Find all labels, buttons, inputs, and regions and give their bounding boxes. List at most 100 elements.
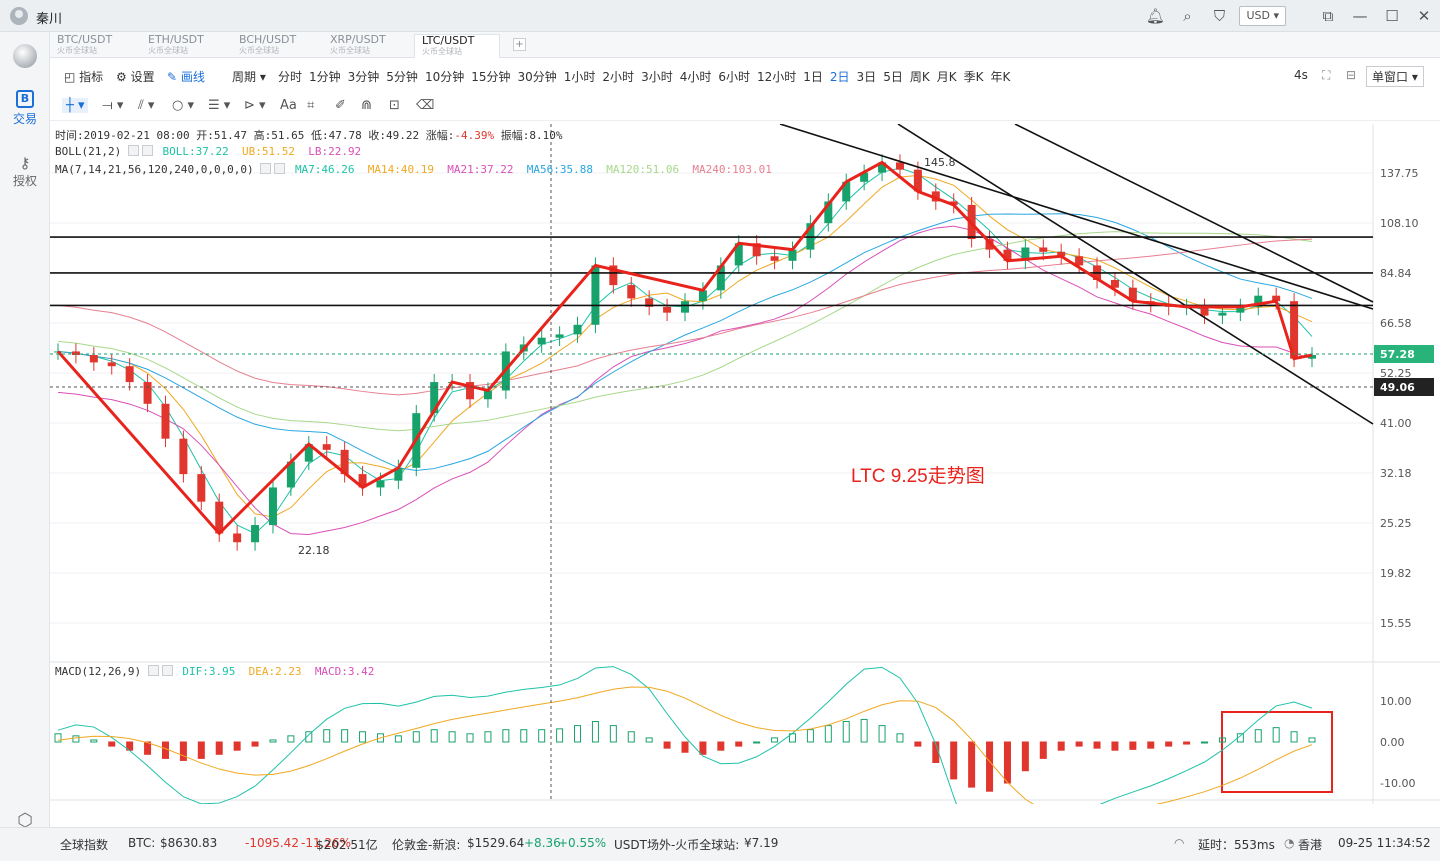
avatar-icon[interactable] <box>10 7 28 25</box>
period-16[interactable]: 5日 <box>883 70 903 84</box>
window-mode-select[interactable]: 单窗口 ▾ <box>1366 66 1424 87</box>
ma240-value: MA240:103.01 <box>692 163 772 176</box>
sidebar-item-trade[interactable]: B 交易 <box>0 90 50 127</box>
period-toolbar: ◰ 指标 ⚙ 设置 ✎ 画线 周期 ▾ 分时 1分钟 3分钟 5分钟 10分钟 15分钟 3… <box>50 62 1440 90</box>
search-icon[interactable]: ⌕ <box>1171 7 1203 25</box>
period-14[interactable]: 2日 <box>830 70 850 84</box>
macd-legend: MACD(12,26,9) DIF:3.95 DEA:2.23 MACD:3.4… <box>55 665 374 678</box>
ruler-icon[interactable]: ⌗ <box>307 98 314 113</box>
layout-icon[interactable]: ⊟ <box>1346 68 1356 82</box>
pencil-icon: ✎ <box>167 70 178 84</box>
tab-source: 火币全球站 <box>422 47 462 56</box>
ma-settings-icon[interactable] <box>260 163 272 174</box>
crosshair-icon[interactable]: ┼ ▾ <box>62 98 89 113</box>
period-12[interactable]: 12小时 <box>757 70 796 84</box>
fullscreen-icon[interactable]: ⛶ <box>1322 68 1330 83</box>
fib-icon[interactable]: ☰ ▾ <box>208 98 230 113</box>
currency-select[interactable]: USD ▾ <box>1239 6 1286 26</box>
add-tab-button[interactable]: + <box>513 38 526 51</box>
tab-btc-usdt[interactable]: BTC/USDT 火币全球站 <box>50 34 136 58</box>
text-icon[interactable]: Aa <box>280 98 297 113</box>
macd-bar <box>233 741 241 751</box>
macd-close-icon[interactable] <box>161 665 173 676</box>
gold-change: +8.36 <box>524 836 561 850</box>
period-17[interactable]: 周K <box>910 70 930 84</box>
period-4[interactable]: 10分钟 <box>425 70 464 84</box>
settings-button[interactable]: ⚙ 设置 <box>116 68 155 85</box>
macd-settings-icon[interactable] <box>147 665 159 676</box>
macd-bar <box>609 725 617 743</box>
macd-bar <box>627 731 635 743</box>
period-10[interactable]: 4小时 <box>680 70 712 84</box>
macd-bar <box>842 721 850 743</box>
tab-xrp-usdt[interactable]: XRP/USDT 火币全球站 <box>323 34 409 58</box>
boll-close-icon[interactable] <box>141 145 153 156</box>
pattern-icon[interactable]: ⊳ ▾ <box>244 98 266 113</box>
macd-bar <box>502 729 510 743</box>
btc-vol: $202.51亿 <box>316 838 378 852</box>
macd-bar <box>538 729 546 743</box>
macd-bar <box>161 741 169 759</box>
period-11[interactable]: 6小时 <box>718 70 750 84</box>
period-1[interactable]: 1分钟 <box>309 70 341 84</box>
lock-icon[interactable]: ⊡ <box>389 98 400 113</box>
ma-close-icon[interactable] <box>274 163 286 174</box>
macd-bar <box>179 741 187 761</box>
price-tick-label: 32.18 <box>1380 467 1412 480</box>
macd-bar <box>986 741 994 792</box>
macd-bar <box>430 729 438 743</box>
period-7[interactable]: 1小时 <box>564 70 596 84</box>
period-19[interactable]: 季K <box>964 70 984 84</box>
bell-icon[interactable]: 🔔︎ <box>1139 7 1171 25</box>
period-list: 分时 1分钟 3分钟 5分钟 10分钟 15分钟 30分钟 1小时 2小时 3小时 4小时 6小时 12… <box>278 68 1017 85</box>
magnet-icon[interactable]: ⋒ <box>361 98 372 113</box>
period-2[interactable]: 3分钟 <box>348 70 380 84</box>
candle-body <box>322 444 331 450</box>
export-icon[interactable]: ⧉ <box>1312 7 1344 25</box>
period-13[interactable]: 1日 <box>803 70 823 84</box>
tab-ltc-usdt[interactable]: LTC/USDT 火币全球站 <box>414 34 500 58</box>
low-marker: 22.18 <box>298 544 330 557</box>
boll-settings-icon[interactable] <box>127 145 139 156</box>
indicator-button[interactable]: ◰ 指标 <box>64 68 103 85</box>
parallel-lines-icon[interactable]: ⫽ ▾ <box>138 98 154 113</box>
period-6[interactable]: 30分钟 <box>518 70 557 84</box>
period-5[interactable]: 15分钟 <box>471 70 510 84</box>
macd-bar <box>341 729 349 743</box>
candle-body <box>143 382 152 404</box>
period-dropdown[interactable]: 周期 ▾ <box>232 68 266 85</box>
maximize-button[interactable]: ☐ <box>1376 7 1408 25</box>
trash-icon[interactable]: ⌫ <box>416 98 434 113</box>
candle-body <box>1039 247 1048 252</box>
chart-grid <box>50 172 1373 624</box>
brush-icon[interactable]: ✐ <box>335 98 346 113</box>
period-18[interactable]: 月K <box>937 70 957 84</box>
horizontal-line-icon[interactable]: ⟞ ▾ <box>102 98 123 113</box>
macd-bar <box>1129 741 1137 750</box>
macd-bar <box>108 741 116 747</box>
minimize-button[interactable]: — <box>1344 7 1376 25</box>
price-chart[interactable]: 137.75108.1084.8466.5852.2541.0032.1825.… <box>50 124 1440 804</box>
period-3[interactable]: 5分钟 <box>386 70 418 84</box>
tab-bch-usdt[interactable]: BCH/USDT 火币全球站 <box>232 34 318 58</box>
circle-icon[interactable]: ○ ▾ <box>172 98 194 113</box>
macd-bar <box>860 718 868 743</box>
close-button[interactable]: ✕ <box>1408 7 1440 25</box>
period-0[interactable]: 分时 <box>278 70 302 84</box>
global-index-label[interactable]: 全球指数 <box>60 836 108 853</box>
boll-ub: UB:51.52 <box>241 145 295 158</box>
period-20[interactable]: 年K <box>990 70 1010 84</box>
candle-body <box>251 525 260 543</box>
macd-bar <box>269 739 277 743</box>
shirt-icon[interactable]: ⛉ <box>1203 7 1235 25</box>
period-8[interactable]: 2小时 <box>602 70 634 84</box>
tab-eth-usdt[interactable]: ETH/USDT 火币全球站 <box>141 34 227 58</box>
sidebar-item-auth[interactable]: ⚷ 授权 <box>0 154 50 189</box>
period-15[interactable]: 3日 <box>857 70 877 84</box>
macd-bar <box>251 741 259 747</box>
period-9[interactable]: 3小时 <box>641 70 673 84</box>
currency-label: USD <box>1246 9 1270 22</box>
refresh-interval[interactable]: 4s <box>1294 68 1308 82</box>
status-bar: 全球指数 BTC: $8630.83 -1095.42 -11.26% $202… <box>0 827 1440 861</box>
draw-button[interactable]: ✎ 画线 <box>167 68 205 85</box>
